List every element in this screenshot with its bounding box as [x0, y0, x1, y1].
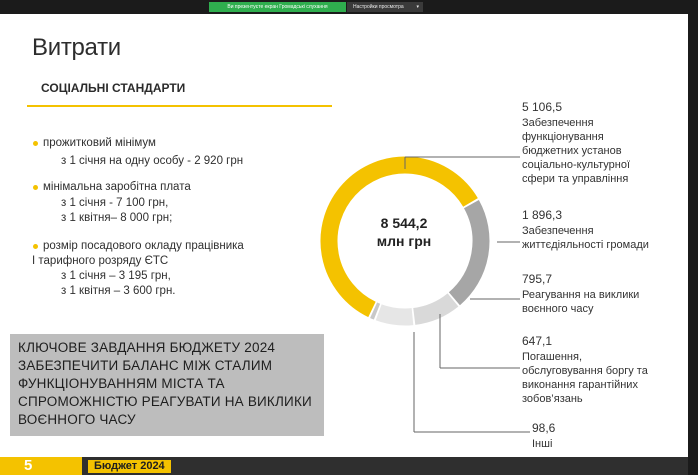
chevron-down-icon: ▾ — [416, 4, 419, 10]
segment-label: Інші — [532, 438, 553, 450]
segment-value: 647,1 — [522, 334, 553, 348]
screen-share-bar: Ви презентуєте екран Громадські слухання… — [0, 0, 698, 14]
segment-label: Реагування на виклики воєнного часу — [522, 289, 640, 315]
segment-value: 98,6 — [532, 421, 556, 435]
view-settings-label: Настройки просмотра — [353, 4, 404, 10]
segment-label: Забезпечення функціонування бюджетних ус… — [522, 117, 630, 185]
sharing-status-badge: Ви презентуєте екран Громадські слухання — [209, 2, 346, 12]
donut-segment — [375, 304, 414, 326]
segment-value: 5 106,5 — [522, 100, 563, 114]
segment-value: 1 896,3 — [522, 208, 563, 222]
donut-total: 8 544,2 млн грн — [344, 214, 464, 250]
view-settings-button[interactable]: Настройки просмотра ▾ — [347, 2, 423, 12]
segment-label: Погашення, обслуговування боргу та викон… — [522, 351, 648, 405]
donut-segment — [412, 293, 459, 325]
donut-total-unit: млн грн — [376, 233, 432, 249]
presentation-slide: Витрати СОЦІАЛЬНІ СТАНДАРТИ прожитковий … — [0, 14, 688, 475]
donut-segment — [370, 302, 381, 320]
segment-label: Забезпечення життєдіяльності громади — [522, 225, 649, 251]
segment-value: 795,7 — [522, 272, 553, 286]
donut-total-value: 8 544,2 — [380, 215, 428, 231]
